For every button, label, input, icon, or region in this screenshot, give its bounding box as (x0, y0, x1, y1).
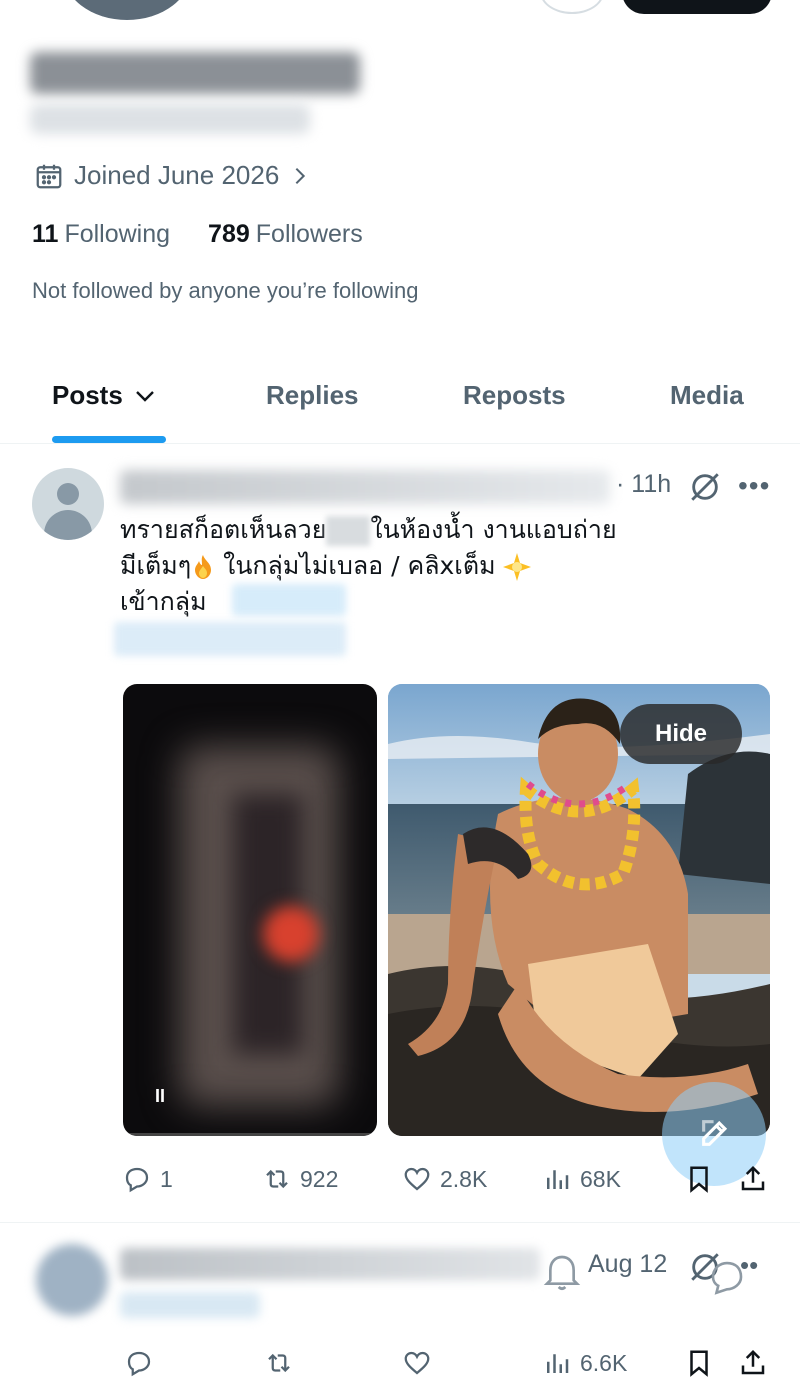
post-avatar[interactable] (32, 468, 104, 540)
redacted-link[interactable] (232, 584, 346, 616)
reply-icon (127, 1351, 151, 1377)
reply-button[interactable]: 1 (122, 1164, 173, 1194)
following-count: 11 (32, 220, 59, 248)
bookmark-button[interactable] (684, 1348, 714, 1378)
post2-timestamp[interactable]: Aug 12 (588, 1250, 667, 1279)
more-icon[interactable]: •• (740, 1250, 758, 1281)
fire-emoji-icon (195, 555, 212, 579)
joined-text: Joined June 2026 (74, 160, 280, 190)
reply-button[interactable] (124, 1348, 154, 1378)
video-thumbnail[interactable]: II (123, 684, 377, 1136)
share-icon (741, 1349, 765, 1375)
repost-icon (266, 1169, 288, 1189)
repost-button[interactable] (264, 1348, 294, 1378)
chevron-down-icon (135, 390, 154, 402)
share-button[interactable] (738, 1164, 768, 1194)
pause-icon[interactable]: II (155, 1086, 165, 1107)
joined-date-row[interactable]: Joined June 2026 (34, 160, 311, 191)
repost-icon (268, 1353, 290, 1373)
post2-avatar[interactable] (36, 1244, 108, 1316)
repost-button[interactable]: 922 (262, 1164, 338, 1194)
profile-handle-redacted (30, 104, 310, 134)
post-text-line1a: ทรายสก็อตเห็นลวย (120, 515, 327, 544)
tab-posts[interactable]: Posts (52, 380, 157, 411)
post-text-line2b: ในกลุ่มไม่เบลอ / คลิxเต็ม (215, 551, 496, 580)
reply-icon (125, 1167, 149, 1193)
share-button[interactable] (738, 1348, 768, 1378)
profile-tabs: Posts Replies Reposts Media (0, 368, 800, 444)
tab-replies[interactable]: Replies (266, 380, 359, 411)
redacted-link[interactable] (114, 622, 346, 656)
redacted-word (326, 516, 371, 546)
views-icon (547, 1354, 569, 1373)
post-divider (0, 1222, 800, 1223)
post-text-line3: เข้ากลุ่ม (120, 587, 207, 616)
post-text-line2a: มีเต็มๆ (120, 551, 192, 580)
not-followed-text: Not followed by anyone you’re following (32, 278, 419, 303)
post-text-line1b: ในห้องน้ำ งานแอบถ่าย (370, 515, 617, 544)
tab-posts-label: Posts (52, 380, 123, 410)
views-count: 68K (580, 1165, 621, 1192)
repost-count: 922 (300, 1165, 339, 1192)
bookmark-button[interactable] (684, 1164, 714, 1194)
more-icon[interactable]: ••• (738, 470, 770, 502)
follow-stats: 11 Following 789 Followers (32, 220, 363, 249)
tab-reposts[interactable]: Reposts (463, 380, 566, 411)
views-icon (547, 1170, 569, 1189)
post-author-redacted[interactable] (120, 470, 610, 504)
more-options-button[interactable] (540, 0, 604, 14)
video-progress-bar[interactable] (123, 1133, 377, 1136)
calendar-icon (36, 164, 62, 188)
views-count: 6.6K (580, 1349, 628, 1376)
heart-icon (404, 1351, 430, 1375)
bell-icon[interactable] (542, 1250, 582, 1294)
tab-media[interactable]: Media (670, 380, 744, 411)
bookmark-icon (690, 1350, 708, 1377)
bookmark-icon (690, 1166, 708, 1193)
hide-button[interactable]: Hide (620, 704, 742, 764)
post-body: ทรายสก็อตเห็นลวย ในห้องน้ำ งานแอบถ่าย มีเ… (120, 512, 680, 620)
like-count: 2.8K (440, 1165, 488, 1192)
post2-text-redacted (120, 1292, 260, 1318)
following-label: Following (64, 220, 171, 248)
like-button[interactable] (402, 1348, 432, 1378)
sparkle-emoji-icon (502, 553, 531, 581)
post2-author-redacted[interactable] (120, 1248, 540, 1280)
profile-name-redacted (30, 52, 360, 94)
grok-icon[interactable] (688, 470, 722, 504)
followers-count: 789 (208, 220, 250, 248)
post2-actions: 6.6K (0, 1348, 800, 1388)
share-icon (741, 1165, 765, 1191)
post-timestamp[interactable]: · 11h (616, 470, 671, 499)
chevron-right-icon (295, 167, 306, 184)
like-button[interactable]: 2.8K (402, 1164, 487, 1194)
followers-link[interactable]: 789 Followers (208, 220, 363, 249)
post-actions: 1 922 2.8K 68K (0, 1164, 800, 1204)
compose-icon (702, 1120, 728, 1146)
heart-icon (404, 1167, 430, 1191)
followers-label: Followers (255, 220, 363, 248)
views-button[interactable]: 6.6K (542, 1348, 627, 1378)
follow-button[interactable] (622, 0, 772, 14)
following-link[interactable]: 11 Following (32, 220, 170, 249)
active-tab-indicator (52, 436, 166, 443)
reply-count: 1 (160, 1165, 173, 1192)
views-button[interactable]: 68K (542, 1164, 621, 1194)
profile-avatar[interactable] (62, 0, 192, 20)
